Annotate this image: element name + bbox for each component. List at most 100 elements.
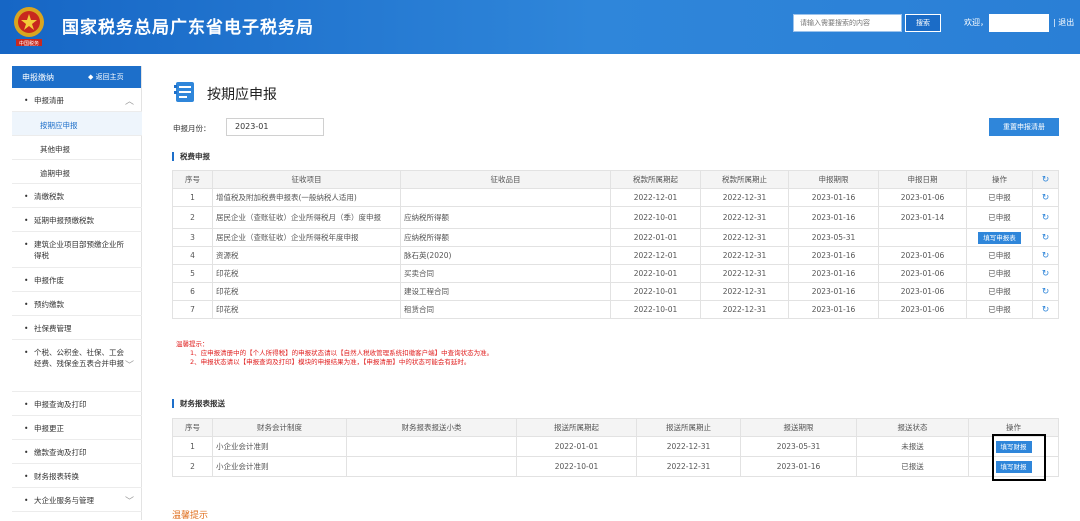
table-row: 2 居民企业（查账征收）企业所得税月（季）度申报 应纳税所得额 2022-10-01 2… <box>172 206 1059 229</box>
sidebar-item-other-declaration[interactable]: 其他申报 <box>12 136 142 160</box>
cell-no: 5 <box>172 264 213 283</box>
sidebar-item-query-print[interactable]: • 申报查询及打印 <box>12 392 142 416</box>
warm-tips: 温馨提示： 1、应申报清册中的【个人所得税】的申报状态请以【自然人税收管理系统扣… <box>176 340 493 367</box>
table-header-row: 序号 财务会计制度 财务报表报送小类 报送所属期起 报送所属期止 报送期限 报送… <box>172 418 1059 437</box>
cell-sub-item: 应纳税所得额 <box>400 206 611 229</box>
sidebar-item-large-enterprise[interactable]: • 大企业服务与管理 ﹀ <box>12 488 142 512</box>
cell-period-end: 2022-12-31 <box>700 282 789 301</box>
cell-status: 未报送 <box>856 436 969 457</box>
cell-sub-item: 买卖合同 <box>400 264 611 283</box>
reset-declaration-list-button[interactable]: 重置申报清册 <box>989 118 1059 136</box>
financial-report-table: 序号 财务会计制度 财务报表报送小类 报送所属期起 报送所属期止 报送期限 报送… <box>172 418 1059 477</box>
cell-no: 6 <box>172 282 213 301</box>
refresh-icon[interactable]: ↻ <box>1032 264 1059 283</box>
bullet-icon: • <box>24 300 29 309</box>
cell-sub-item: 建设工程合同 <box>400 282 611 301</box>
cell-accounting-system: 小企业会计准则 <box>212 436 347 457</box>
search-button[interactable]: 搜索 <box>905 14 941 32</box>
cell-accounting-system: 小企业会计准则 <box>212 456 347 477</box>
sidebar-item-periodic-declaration[interactable]: 按期应申报 <box>12 112 142 136</box>
sidebar-item-deferred-prepay[interactable]: • 延期申报预缴税款 <box>12 208 142 232</box>
sidebar-item-label: 社保费管理 <box>34 324 72 333</box>
refresh-icon[interactable]: ↻ <box>1032 206 1059 229</box>
table-row: 2 小企业会计准则 2022-10-01 2022-12-31 2023-01-16 已报… <box>172 456 1059 477</box>
cell-deadline: 2023-01-16 <box>788 206 879 229</box>
op-status: 已申报 <box>966 188 1033 207</box>
sidebar-item-label: 预约缴款 <box>34 300 64 309</box>
search-input[interactable] <box>793 14 902 32</box>
cell-no: 1 <box>172 436 213 457</box>
sidebar-title: 申报缴纳 <box>22 73 54 82</box>
cell-no: 2 <box>172 456 213 477</box>
chevron-up-icon: ︿ <box>124 97 134 107</box>
col-header: 税款所属期起 <box>610 170 701 189</box>
table-row: 5 印花税 买卖合同 2022-10-01 2022-12-31 2023-01-16 20… <box>172 264 1059 283</box>
sidebar-item-five-table-merge[interactable]: • 个税、公积金、社保、工会经费、残保金五表合并申报 ﹀ <box>12 340 142 392</box>
sidebar-item-label: 缴款查询及打印 <box>34 448 87 457</box>
cell-period-start: 2022-10-01 <box>516 456 637 477</box>
sidebar-item-declaration-list[interactable]: • 申报清册 ︿ <box>12 88 142 112</box>
sidebar-header: 申报缴纳 ◆ 返回主页 <box>12 66 141 88</box>
cell-item: 资源税 <box>212 246 401 265</box>
cell-period-end: 2022-12-31 <box>636 456 741 477</box>
sidebar-item-tax-clearance[interactable]: • 清缴税款 <box>12 184 142 208</box>
col-header: 财务报表报送小类 <box>346 418 517 437</box>
sidebar-item-construction-prepay[interactable]: • 建筑企业项目部预缴企业所得税 <box>12 232 142 268</box>
cell-no: 1 <box>172 188 213 207</box>
sidebar-item-payment-query[interactable]: • 缴款查询及打印 <box>12 440 142 464</box>
cell-no: 7 <box>172 300 213 319</box>
cell-sub-item: 租赁合同 <box>400 300 611 319</box>
table-row: 1 小企业会计准则 2022-01-01 2022-12-31 2023-05-31 未报… <box>172 436 1059 457</box>
sidebar-item-statement-convert[interactable]: • 财务报表转换 <box>12 464 142 488</box>
cell-item: 居民企业（查账征收）企业所得税月（季）度申报 <box>212 206 401 229</box>
fill-declaration-button[interactable]: 填写申报表 <box>978 231 1021 244</box>
cell-period-start: 2022-10-01 <box>610 282 701 301</box>
cell-period-end: 2022-12-31 <box>700 300 789 319</box>
refresh-icon[interactable]: ↻ <box>1032 282 1059 301</box>
back-home-link[interactable]: ◆ 返回主页 <box>88 72 124 82</box>
col-header: 征收项目 <box>212 170 401 189</box>
welcome-text: 欢迎， <box>964 18 988 27</box>
sidebar-item-social-security[interactable]: • 社保费管理 <box>12 316 142 340</box>
sidebar-item-label: 其他申报 <box>40 145 70 154</box>
bullet-icon: • <box>24 424 29 433</box>
refresh-icon[interactable]: ↻ <box>1032 188 1059 207</box>
refresh-icon[interactable]: ↻ <box>1032 228 1059 247</box>
sidebar-item-scheduled-payment[interactable]: • 预约缴款 <box>12 292 142 316</box>
cell-deadline: 2023-01-16 <box>788 300 879 319</box>
sidebar-item-overdue-declaration[interactable]: 逾期申报 <box>12 160 142 184</box>
cell-declare-date: 2023-01-06 <box>878 246 967 265</box>
refresh-icon[interactable]: ↻ <box>1032 170 1059 189</box>
refresh-icon[interactable]: ↻ <box>1032 246 1059 265</box>
cell-deadline: 2023-01-16 <box>740 456 857 477</box>
username-box <box>989 14 1049 32</box>
col-header: 申报期限 <box>788 170 879 189</box>
cell-deadline: 2023-01-16 <box>788 188 879 207</box>
op-status: 已申报 <box>966 282 1033 301</box>
sidebar-item-label: 财务报表转换 <box>34 472 79 481</box>
col-header: 报送期限 <box>740 418 857 437</box>
back-home-label: 返回主页 <box>95 73 124 81</box>
month-input[interactable]: 2023-01 <box>226 118 324 136</box>
cell-deadline: 2023-01-16 <box>788 246 879 265</box>
op-status: 已申报 <box>966 246 1033 265</box>
cell-period-start: 2022-12-01 <box>610 188 701 207</box>
col-header: 操作 <box>966 170 1033 189</box>
sidebar-item-void-declaration[interactable]: • 申报作废 <box>12 268 142 292</box>
cell-period-end: 2022-12-31 <box>700 206 789 229</box>
cell-period-end: 2022-12-31 <box>700 188 789 207</box>
refresh-icon[interactable]: ↻ <box>1032 300 1059 319</box>
logout-link[interactable]: | 退出 <box>1053 17 1074 28</box>
cell-deadline: 2023-05-31 <box>740 436 857 457</box>
sidebar-item-correction[interactable]: • 申报更正 <box>12 416 142 440</box>
col-header: 序号 <box>172 170 213 189</box>
bullet-icon: • <box>24 472 29 481</box>
cell-declare-date: 2023-01-06 <box>878 188 967 207</box>
table-header-row: 序号 征收项目 征收品目 税款所属期起 税款所属期止 申报期限 申报日期 操作 … <box>172 170 1059 189</box>
cell-no: 4 <box>172 246 213 265</box>
sidebar-item-label: 申报清册 <box>34 96 64 105</box>
cell-deadline: 2023-01-16 <box>788 264 879 283</box>
table-row: 3 居民企业（查账征收）企业所得税年度申报 应纳税所得额 2022-01-01 2022… <box>172 228 1059 247</box>
sidebar-item-label: 申报查询及打印 <box>34 400 87 409</box>
cell-period-end: 2022-12-31 <box>636 436 741 457</box>
